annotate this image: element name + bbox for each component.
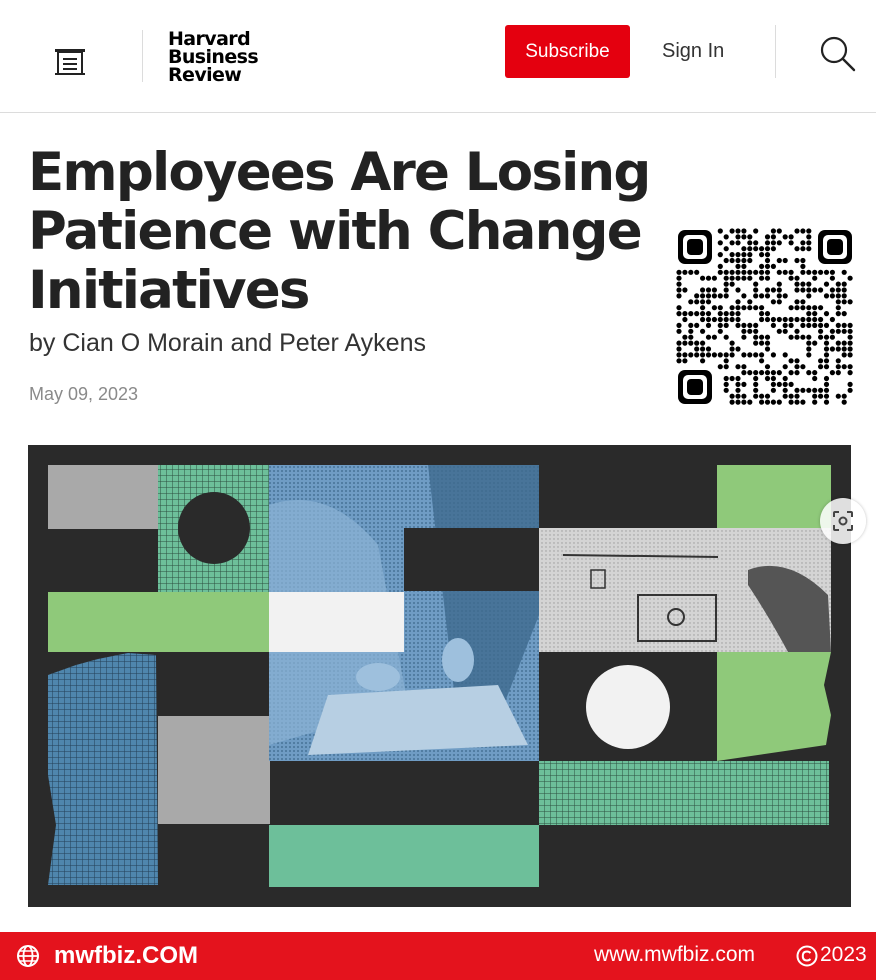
- header-divider-right: [775, 25, 776, 78]
- subscribe-button[interactable]: Subscribe: [505, 25, 630, 78]
- qr-code: [676, 228, 854, 406]
- visual-search-button[interactable]: [820, 498, 866, 544]
- menu-icon: [55, 49, 85, 75]
- globe-icon: [17, 945, 39, 967]
- article-title: Employees Are Losing Patience with Chang…: [28, 142, 651, 321]
- search-icon: [820, 36, 856, 72]
- footer-year: 2023: [820, 943, 867, 966]
- footer-brand: mwfbiz.COM: [54, 942, 198, 969]
- menu-button[interactable]: [52, 47, 88, 77]
- lens-icon: [833, 511, 853, 531]
- footer-url: www.mwfbiz.com: [594, 943, 756, 966]
- site-header: Harvard Business Review Subscribe Sign I…: [0, 0, 876, 113]
- sign-in-link[interactable]: Sign In: [662, 40, 724, 63]
- search-button[interactable]: [818, 34, 858, 74]
- header-divider: [142, 30, 143, 82]
- logo-line-3: Review: [168, 64, 242, 86]
- article-date: May 09, 2023: [29, 384, 139, 404]
- hbr-logo[interactable]: Harvard Business Review: [168, 30, 259, 86]
- article-byline: by Cian O Morain and Peter Aykens: [29, 329, 426, 357]
- watermark-footer: mwfbiz.COM www.mwfbiz.com 2023: [0, 932, 876, 980]
- copyright-icon: [796, 945, 818, 967]
- hero-illustration: [28, 445, 851, 907]
